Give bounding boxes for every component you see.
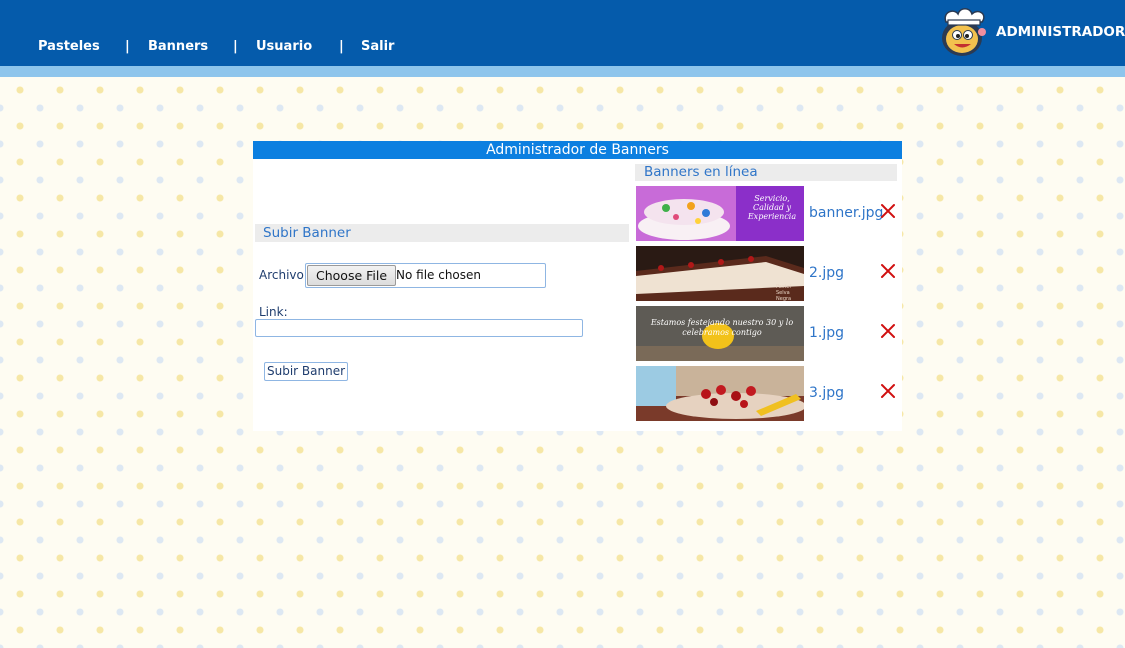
online-banners-heading: Banners en línea <box>635 164 897 181</box>
banner-thumbnail-text: Servicio, Calidad y Experiencia <box>747 194 797 221</box>
banner-row: 3.jpg <box>636 366 898 421</box>
file-status-text: No file chosen <box>396 268 482 282</box>
brand-label: ADMINISTRADOR <box>996 24 1125 40</box>
banner-row: Pastel Selva Negra 2.jpg <box>636 246 898 301</box>
upload-section-heading: Subir Banner <box>255 224 629 242</box>
choose-file-button[interactable]: Choose File <box>307 265 397 286</box>
file-label: Archivo: <box>259 268 308 282</box>
nav-link-pasteles[interactable]: Pasteles <box>38 39 100 54</box>
delete-x-icon[interactable] <box>880 263 896 279</box>
banner-row: Servicio, Calidad y Experiencia banner.j… <box>636 186 898 241</box>
link-input[interactable] <box>255 319 583 337</box>
nav-link-usuario[interactable]: Usuario <box>256 39 312 54</box>
delete-x-icon[interactable] <box>880 323 896 339</box>
banner-filename[interactable]: 1.jpg <box>809 325 844 341</box>
banner-thumbnail-text: Estamos festejando nuestro 30 y lo celeb… <box>650 318 794 337</box>
nav-separator: | <box>339 39 344 54</box>
banner-thumbnail-image <box>636 366 804 421</box>
nav-link-banners[interactable]: Banners <box>148 39 208 54</box>
link-label: Link: <box>259 305 288 319</box>
banner-thumbnail[interactable] <box>636 366 804 421</box>
delete-x-icon[interactable] <box>880 203 896 219</box>
banner-thumbnail-text: Pastel Selva Negra <box>776 284 792 301</box>
banner-thumbnail[interactable]: Pastel Selva Negra <box>636 246 804 301</box>
banner-filename[interactable]: 3.jpg <box>809 385 844 401</box>
banner-admin-panel: Administrador de Banners Subir Banner Ar… <box>253 141 902 431</box>
header-accent-bar <box>0 66 1125 77</box>
banner-thumbnail[interactable]: Servicio, Calidad y Experiencia <box>636 186 804 241</box>
banner-filename[interactable]: 2.jpg <box>809 265 844 281</box>
panel-title: Administrador de Banners <box>253 141 902 159</box>
nav-separator: | <box>233 39 238 54</box>
banner-filename[interactable]: banner.jpg <box>809 205 883 221</box>
banner-thumbnail[interactable]: Estamos festejando nuestro 30 y lo celeb… <box>636 306 804 361</box>
file-input[interactable]: Choose File No file chosen <box>305 263 546 288</box>
banner-row: Estamos festejando nuestro 30 y lo celeb… <box>636 306 898 361</box>
nav-link-salir[interactable]: Salir <box>361 39 394 54</box>
upload-banner-button[interactable]: Subir Banner <box>264 362 349 381</box>
delete-x-icon[interactable] <box>880 383 896 399</box>
header-bar: Pasteles | Banners | Usuario | Salir ADM… <box>0 0 1125 66</box>
chef-mascot-logo-icon <box>942 8 986 56</box>
nav-separator: | <box>125 39 130 54</box>
